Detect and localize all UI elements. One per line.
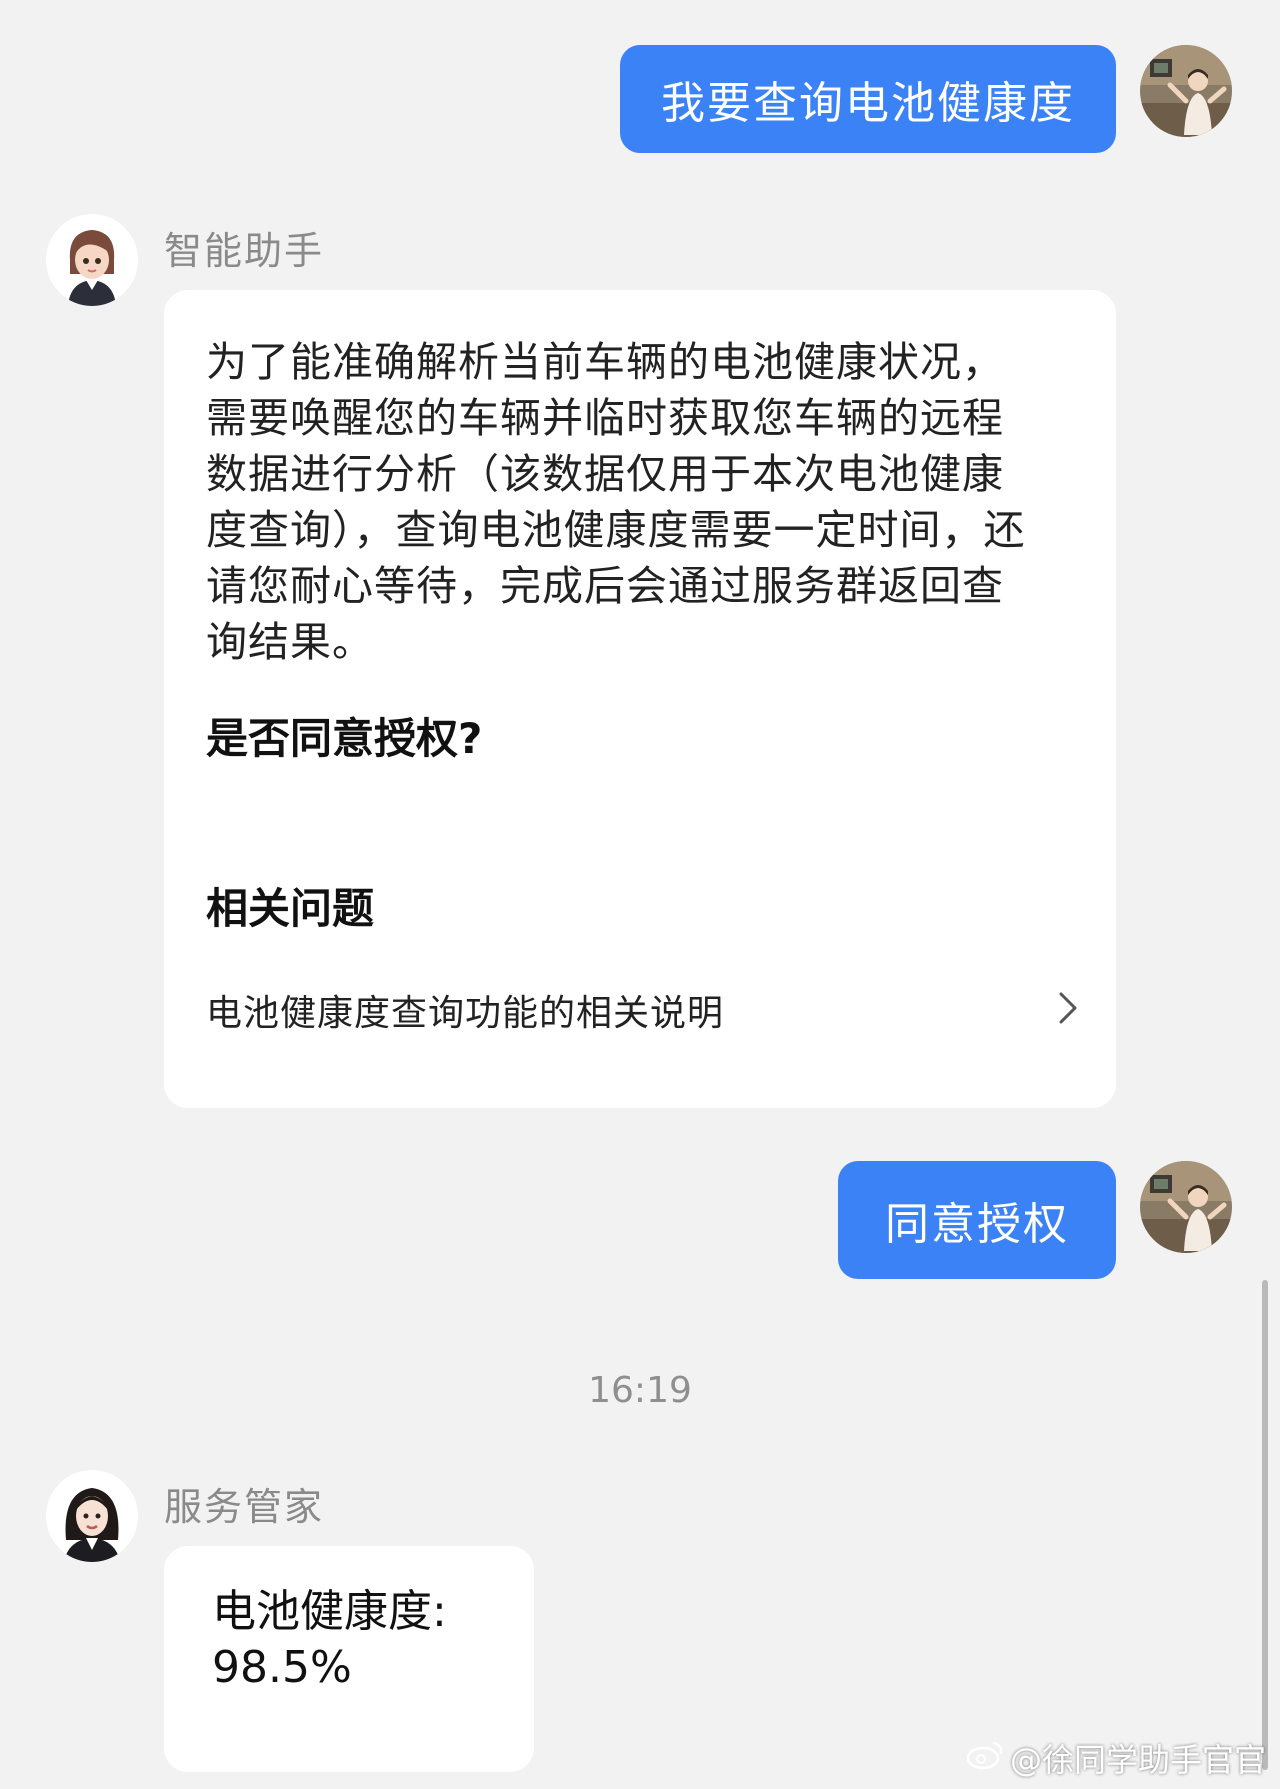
watermark-text: @徐同学助手官官: [1009, 1741, 1266, 1779]
related-question-label: 电池健康度查询功能的相关说明: [206, 993, 725, 1034]
user-avatar[interactable]: [1140, 1161, 1232, 1253]
message-timestamp: 16:19: [588, 1370, 692, 1411]
related-questions-title: 相关问题: [206, 884, 375, 933]
related-question-link[interactable]: 电池健康度查询功能的相关说明: [206, 980, 1080, 1040]
battery-health-value: 98.5%: [212, 1642, 352, 1693]
assistant-name: 智能助手: [164, 229, 325, 273]
service-result-card: 电池健康度: 98.5%: [164, 1546, 534, 1772]
auth-question: 是否同意授权?: [206, 714, 483, 763]
user-message-authorize: 同意授权: [838, 1161, 1116, 1279]
weibo-logo-icon: [966, 1739, 1004, 1777]
service-avatar[interactable]: [46, 1470, 138, 1562]
assistant-message-body: 为了能准确解析当前车辆的电池健康状况，需要唤醒您的车辆并临时获取您车辆的远程数据…: [206, 338, 1026, 666]
service-name: 服务管家: [164, 1485, 325, 1529]
assistant-message-card: 为了能准确解析当前车辆的电池健康状况，需要唤醒您的车辆并临时获取您车辆的远程数据…: [164, 290, 1116, 1108]
battery-health-result: 电池健康度: 98.5%: [212, 1584, 447, 1696]
user-avatar[interactable]: [1140, 45, 1232, 137]
user-message-query: 我要查询电池健康度: [620, 45, 1116, 153]
assistant-avatar[interactable]: [46, 214, 138, 306]
chevron-right-icon: [1056, 990, 1080, 1030]
battery-health-label: 电池健康度:: [212, 1586, 447, 1637]
watermark: @徐同学助手官官: [966, 1735, 1266, 1781]
scrollbar[interactable]: [1262, 1280, 1268, 1770]
